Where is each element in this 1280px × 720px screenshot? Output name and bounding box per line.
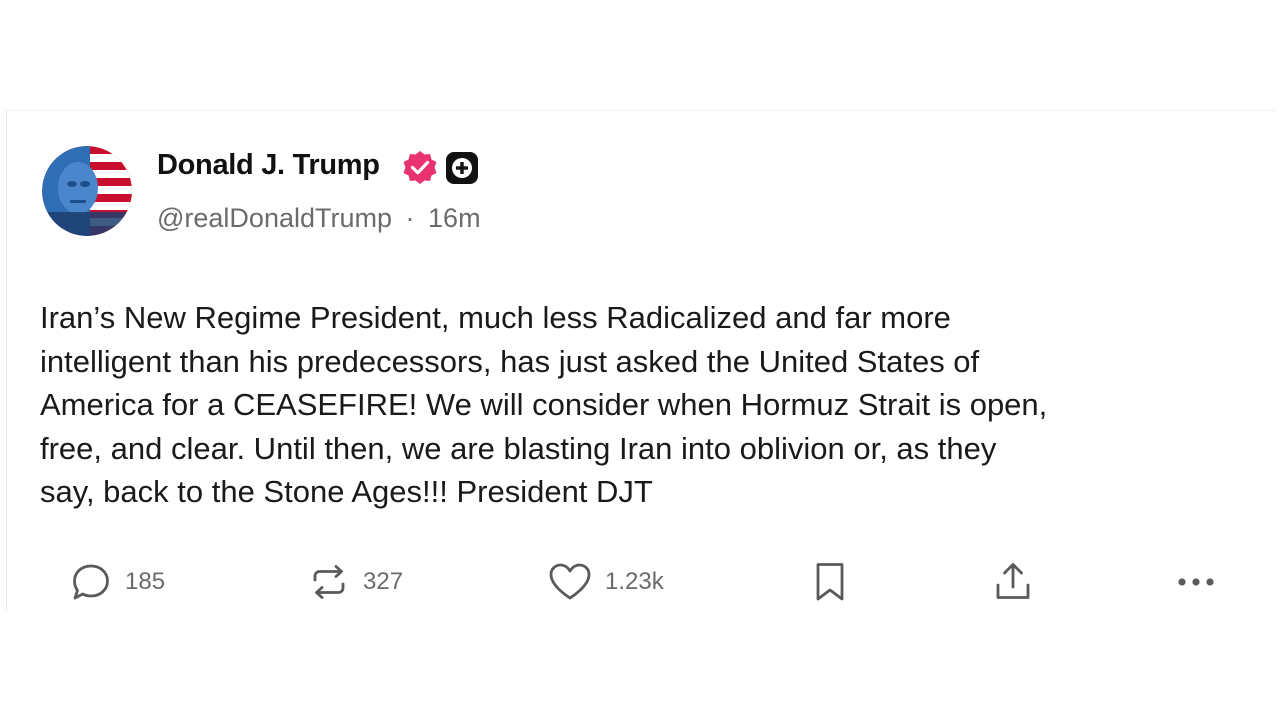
author-name[interactable]: Donald J. Trump [157,149,380,182]
bookmark-icon [816,563,844,601]
heart-icon [549,563,591,600]
post-text: Iran’s New Regime President, much less R… [40,296,1240,514]
post-card: Donald J. Trump @realDonaldTrump · 16m I… [6,110,1275,611]
repost-count: 327 [363,568,404,595]
post-text-line: America for a CEASEFIRE! We will conside… [40,387,1048,422]
share-button[interactable] [990,559,1036,605]
post-text-line: say, back to the Stone Ages!!! President… [40,474,653,509]
share-icon [996,563,1030,599]
author-handle-line: @realDonaldTrump · 16m [157,203,481,234]
more-options-button[interactable] [1172,559,1220,605]
bookmark-button[interactable] [808,559,852,605]
repost-icon [313,565,345,599]
reply-count: 185 [125,568,166,595]
reply-icon [73,564,109,600]
post-time[interactable]: 16m [428,203,481,233]
post-text-line: free, and clear. Until then, we are blas… [40,430,997,466]
more-icon [1178,578,1214,586]
reply-button[interactable]: 185 [69,559,165,605]
repost-button[interactable]: 327 [307,559,403,605]
post-text-line: Iran’s New Regime President, much less R… [40,300,951,335]
like-count: 1.23k [605,568,664,595]
post-text-line: intelligent than his predecessors, has j… [40,343,980,379]
plus-badge-icon [445,151,479,185]
author-avatar[interactable] [42,146,132,236]
author-handle[interactable]: @realDonaldTrump [157,203,392,233]
separator-dot: · [405,203,415,233]
flag-portrait-avatar-icon [42,146,132,236]
verified-badge-icon [401,149,439,187]
like-button[interactable]: 1.23k [547,559,664,605]
